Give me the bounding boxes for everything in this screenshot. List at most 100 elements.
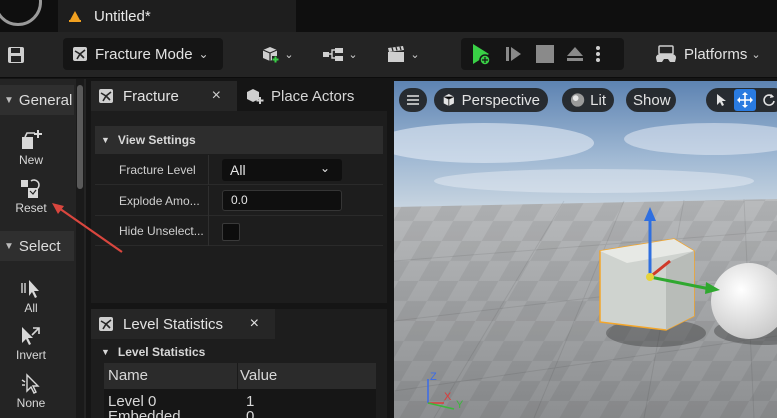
show-label: Show (633, 91, 671, 109)
level-statistics-tab-label: Level Statistics (123, 315, 224, 333)
select-all-icon (21, 280, 39, 298)
select-invert-label: Invert (15, 348, 46, 362)
column-divider[interactable] (237, 363, 238, 389)
lit-button[interactable]: Lit (562, 88, 614, 112)
perspective-label: Perspective (461, 91, 540, 109)
transform-tools (706, 88, 777, 112)
platforms-button[interactable]: Platforms ⌄ (648, 38, 777, 70)
select-none-button[interactable]: None (0, 372, 62, 410)
select-invert-button[interactable]: Invert (0, 324, 62, 362)
close-icon[interactable]: × (250, 315, 259, 333)
eject-button[interactable] (564, 44, 586, 64)
explode-amount-input[interactable]: 0.0 (222, 190, 342, 211)
hide-unselected-row: Hide Unselect... (95, 216, 383, 246)
chevron-down-icon: ⌄ (198, 47, 209, 61)
move-arrows-icon (737, 92, 753, 108)
view-settings-label: View Settings (117, 133, 196, 147)
chevron-down-icon: ⌄ (284, 48, 294, 61)
step-forward-icon (506, 47, 521, 61)
title-bar: Untitled* (0, 0, 777, 32)
chevron-down-icon: ⌄ (410, 48, 420, 61)
main-toolbar: Fracture Mode ⌄ ⌄ ⌄ ⌄ Platforms ⌄ (0, 32, 777, 78)
cursor-icon (717, 94, 726, 106)
cloud (434, 169, 754, 193)
triangle-down-icon: ▼ (4, 94, 14, 106)
place-actors-icon (247, 89, 264, 104)
blueprint-icon (323, 48, 344, 61)
column-header-name[interactable]: Name (108, 367, 148, 384)
tab-level-statistics[interactable]: Level Statistics × (91, 309, 275, 339)
level-statistics-table: Name Value Level 0 1 Embedded 0 (104, 363, 376, 418)
scrollbar-thumb[interactable] (77, 85, 83, 189)
column-divider[interactable] (208, 186, 209, 216)
statistics-tab-icon (99, 317, 113, 331)
hamburger-menu-icon (407, 95, 419, 105)
blueprint-button[interactable]: ⌄ (318, 41, 362, 67)
column-divider[interactable] (208, 155, 209, 185)
fracture-level-value: All (230, 162, 246, 178)
level-statistics-section-label: Level Statistics (117, 345, 206, 359)
document-tab[interactable]: Untitled* (58, 0, 296, 32)
fracture-tab-label: Fracture (123, 87, 179, 105)
fracture-tab-bar: Fracture × Place Actors (91, 81, 387, 111)
play-button[interactable] (469, 42, 493, 66)
new-tool-label: New (18, 153, 43, 167)
fracture-level-label: Fracture Level (119, 163, 196, 177)
axis-x-label: X (444, 391, 452, 403)
show-button[interactable]: Show (626, 88, 676, 112)
fracture-mode-icon (73, 47, 87, 61)
chevron-down-icon: ⌄ (348, 48, 358, 61)
viewport-scene[interactable] (394, 81, 777, 418)
move-tool-button[interactable] (734, 89, 756, 111)
triangle-down-icon: ▼ (101, 347, 110, 357)
level-statistics-section-header[interactable]: ▼ Level Statistics (95, 341, 383, 363)
mode-selector[interactable]: Fracture Mode ⌄ (63, 38, 223, 70)
rotate-tool-button[interactable] (758, 89, 777, 111)
tab-fracture[interactable]: Fracture × (91, 81, 237, 111)
perspective-button[interactable]: Perspective (434, 88, 548, 112)
general-section-header[interactable]: ▼ General (0, 85, 74, 115)
select-tool-button[interactable] (710, 89, 732, 111)
play-options-button[interactable] (594, 44, 602, 64)
level-viewport[interactable]: Z X Y Perspective Lit Show (394, 81, 777, 418)
save-button[interactable] (4, 42, 28, 68)
document-title: Untitled* (94, 7, 151, 25)
hide-unselected-label: Hide Unselect... (119, 224, 204, 238)
triangle-down-icon: ▼ (101, 135, 110, 145)
step-button[interactable] (503, 44, 523, 64)
rotate-icon (763, 94, 775, 106)
mode-label: Fracture Mode (95, 45, 193, 63)
fracture-panel: Fracture × Place Actors ▼ View Settings … (91, 81, 387, 303)
close-icon[interactable]: × (212, 87, 221, 105)
chevron-down-icon: ⌄ (319, 161, 330, 175)
fracture-tab-icon (99, 89, 113, 103)
lit-label: Lit (590, 91, 606, 109)
lit-sphere-icon (570, 93, 585, 107)
general-header-label: General (18, 91, 73, 109)
fracture-level-dropdown[interactable]: All ⌄ (222, 159, 342, 181)
new-fracture-icon (22, 130, 42, 149)
axis-y-label: Y (456, 399, 464, 411)
stop-button[interactable] (536, 45, 554, 63)
row-value: 0 (246, 408, 255, 418)
axis-z-label: Z (430, 371, 437, 383)
viewport-menu-button[interactable] (399, 88, 427, 112)
column-divider[interactable] (208, 216, 209, 246)
new-tool-button[interactable]: New (0, 129, 62, 167)
hide-unselected-checkbox[interactable] (222, 223, 240, 241)
unreal-logo[interactable] (0, 0, 42, 26)
select-all-label: All (24, 301, 38, 315)
explode-amount-label: Explode Amo... (119, 194, 200, 208)
view-settings-header[interactable]: ▼ View Settings (95, 126, 383, 154)
row-name: Embedded (108, 408, 181, 418)
triangle-down-icon: ▼ (4, 240, 14, 252)
place-actors-tab-label: Place Actors (271, 87, 355, 105)
explode-amount-row: Explode Amo... 0.0 (95, 186, 383, 216)
add-cube-icon (263, 47, 280, 63)
tab-place-actors[interactable]: Place Actors (241, 81, 387, 111)
select-all-button[interactable]: All (0, 277, 62, 315)
cinematics-button[interactable]: ⌄ (382, 41, 424, 67)
column-header-value[interactable]: Value (240, 367, 277, 384)
add-actor-button[interactable]: ⌄ (256, 41, 298, 67)
play-controls (461, 38, 624, 70)
